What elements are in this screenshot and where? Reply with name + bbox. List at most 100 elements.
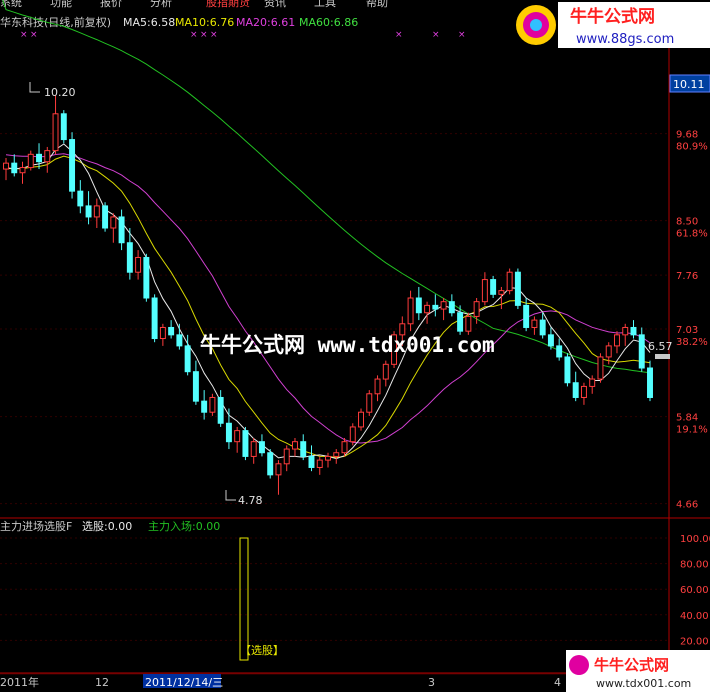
price-pct-label: 61.8% — [676, 229, 708, 240]
candle-down — [60, 113, 67, 141]
menu-item-quote[interactable]: 报价 — [100, 0, 122, 9]
candle-up — [44, 150, 51, 163]
logo-bottom-title: 牛牛公式网 — [594, 656, 669, 674]
indicator-signal: 主力入场:0.00 — [148, 519, 220, 533]
menu-item-analysis[interactable]: 分析 — [150, 0, 172, 9]
candle-up — [19, 167, 26, 174]
candle-up — [316, 459, 323, 468]
candle-up — [498, 290, 505, 295]
low-label: 4.78 — [238, 494, 263, 507]
candle-up — [27, 153, 34, 169]
high-annotation: 10.20 — [29, 82, 76, 99]
candle-up — [93, 205, 100, 218]
last-annotation: 6.57 — [648, 340, 673, 353]
candle-up — [234, 430, 241, 443]
candle-up — [440, 301, 447, 310]
candle-down — [539, 319, 546, 336]
price-pct-label: 80.9% — [676, 142, 708, 153]
price-tick-label: 4.66 — [676, 500, 698, 511]
ma60-label: MA60:6.86 — [299, 16, 358, 29]
current-price-tag: 10.11 — [669, 74, 710, 93]
date-label-4: 4 — [554, 676, 561, 689]
indicator-tick-label: 80.00 — [680, 560, 709, 571]
indicator-tick-label: 100.00 — [680, 534, 710, 545]
price-axis: 9.6880.9% 8.5061.8% 7.76 7.0338.2% 5.8419.1%… — [676, 130, 708, 511]
brand-logo-bottom: 牛牛公式网 www.tdx001.com — [566, 650, 710, 692]
signal-label: 【选股】 — [240, 644, 284, 657]
candle-down — [118, 216, 125, 244]
candle-down — [448, 301, 455, 314]
candle-down — [432, 304, 439, 310]
indicator-header: 主力进场选股F 选股:0.00 主力入场:0.00 — [0, 519, 220, 533]
price-cursor-marker — [655, 354, 670, 359]
ma10-label: MA10:6.76 — [175, 16, 234, 29]
candle-down — [85, 205, 92, 218]
chart-canvas: 系统 功能 报价 分析 股指期货 资讯 工具 帮助 华东科技(日线,前复权) M… — [0, 0, 710, 689]
candle-down — [168, 326, 175, 336]
event-marker: × — [20, 30, 28, 40]
candle-up — [250, 441, 257, 457]
candle-down — [300, 441, 307, 457]
logo-top-url: www.88gs.com — [576, 32, 674, 47]
ma5-label: MA5:6.58 — [123, 16, 175, 29]
candle-up — [325, 455, 331, 461]
candle-up — [407, 297, 414, 325]
logo-bottom-url: www.tdx001.com — [596, 677, 691, 690]
candle-up — [275, 463, 282, 476]
candle-down — [647, 367, 653, 398]
low-annotation: 4.78 — [225, 490, 263, 507]
candle-down — [77, 190, 84, 207]
event-marker: × — [432, 30, 440, 40]
candle-down — [151, 297, 158, 340]
menu-item-futures[interactable]: 股指期货 — [206, 0, 250, 9]
candle-down — [630, 326, 637, 336]
ma20-line — [5, 153, 651, 444]
candle-up — [283, 448, 290, 465]
stock-title: 华东科技(日线,前复权) — [0, 15, 111, 29]
candle-up — [382, 363, 389, 380]
candle-up — [349, 426, 356, 443]
candle-up — [374, 378, 381, 395]
candle-down — [308, 455, 315, 468]
candle-down — [102, 205, 109, 229]
candle-up — [358, 411, 365, 428]
candle-down — [514, 271, 521, 306]
menu-item-news[interactable]: 资讯 — [264, 0, 286, 9]
event-marker: × — [458, 30, 466, 40]
price-tick-label: 9.68 — [676, 130, 698, 141]
candle-down — [176, 334, 183, 347]
last-label: 6.57 — [648, 340, 673, 353]
price-tick-label: 7.03 — [676, 325, 698, 336]
brand-logo-top: 牛牛公式网 www.88gs.com — [514, 0, 710, 50]
candle-down — [201, 400, 208, 413]
price-pct-label: 19.1% — [676, 425, 708, 436]
candle-up — [333, 452, 340, 457]
high-label: 10.20 — [44, 86, 76, 99]
candle-down — [572, 382, 579, 398]
menu-item-help[interactable]: 帮助 — [366, 0, 388, 9]
event-marker: × — [200, 30, 208, 40]
candle-down — [217, 396, 224, 424]
candle-down — [184, 345, 191, 373]
candle-up — [506, 271, 513, 292]
menu-item-tools[interactable]: 工具 — [314, 0, 336, 9]
candle-up — [159, 326, 166, 340]
candle-up — [110, 216, 117, 229]
candle-down — [415, 297, 422, 314]
menu-item-function[interactable]: 功能 — [50, 0, 72, 9]
menu-bar: 系统 功能 报价 分析 股指期货 资讯 工具 帮助 — [0, 0, 388, 9]
candle-up — [597, 356, 604, 380]
candle-up — [291, 441, 298, 450]
signal-bar — [239, 537, 249, 661]
candle-up — [52, 113, 59, 152]
candle-down — [143, 256, 150, 299]
watermark-text: 牛牛公式网 www.tdx001.com — [200, 333, 495, 357]
candle-up — [605, 345, 612, 358]
candle-up — [613, 334, 620, 347]
candlesticks — [3, 95, 653, 495]
candle-down — [36, 153, 43, 163]
candle-down — [523, 304, 530, 328]
candle-up — [424, 304, 431, 314]
date-label-start: 2011年 — [0, 675, 39, 689]
candle-up — [580, 385, 587, 398]
